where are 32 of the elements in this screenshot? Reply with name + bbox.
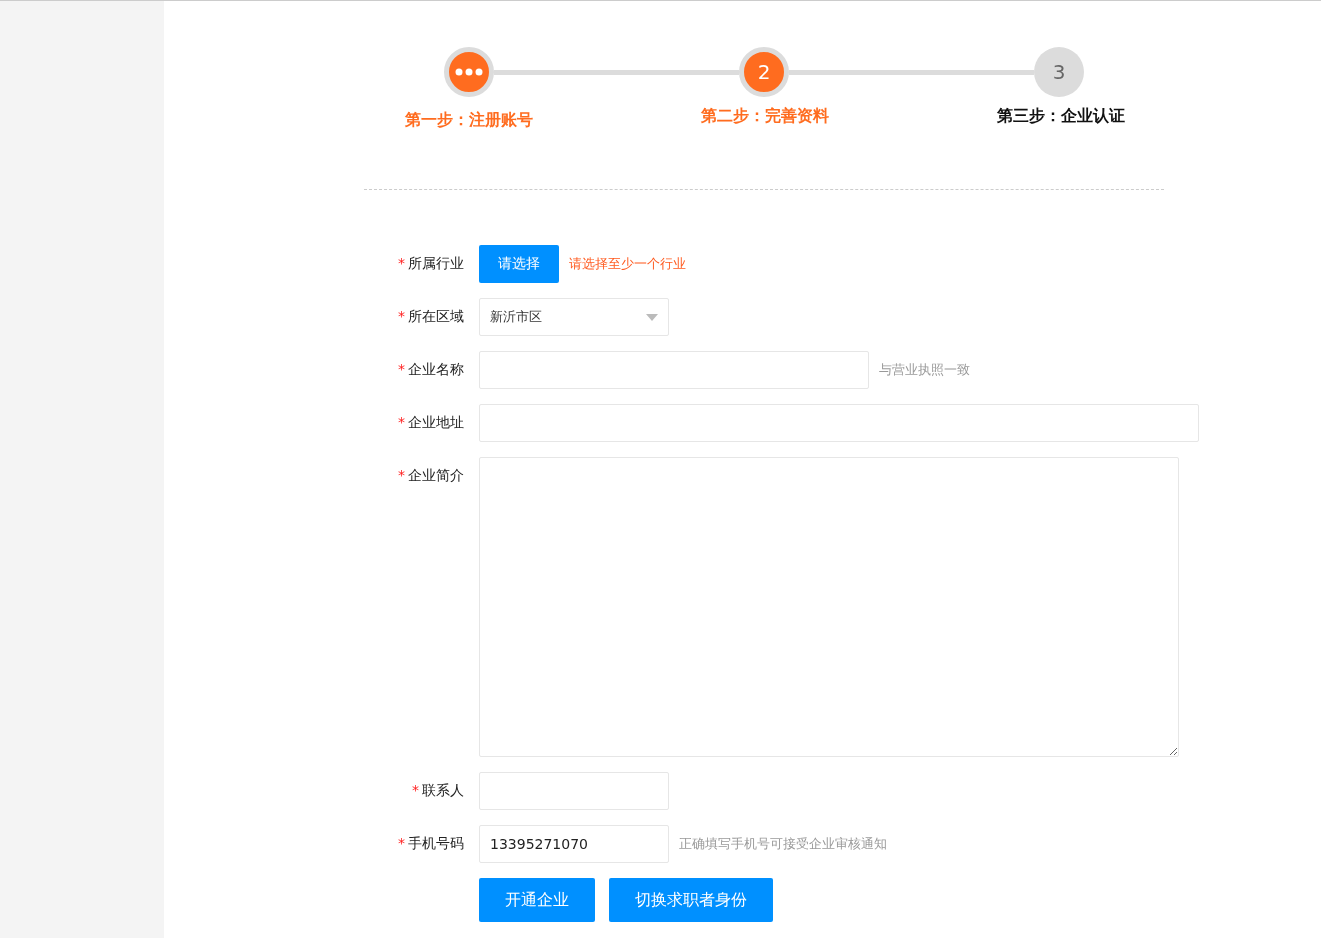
step-label: 第三步：企业认证: [997, 106, 1125, 127]
switch-role-button[interactable]: 切换求职者身份: [609, 878, 773, 922]
open-enterprise-button[interactable]: 开通企业: [479, 878, 595, 922]
region-dropdown[interactable]: 新沂市区: [479, 298, 669, 336]
step-label: 第一步：注册账号: [405, 110, 533, 131]
required-mark: *: [398, 835, 405, 853]
description-field[interactable]: [479, 457, 1179, 757]
required-mark: *: [398, 467, 405, 485]
field-label: 企业地址: [408, 414, 464, 432]
field-hint: 请选择至少一个行业: [569, 255, 686, 273]
step-label: 第二步：完善资料: [701, 106, 829, 127]
required-mark: *: [398, 308, 405, 326]
field-label: 所属行业: [408, 255, 464, 273]
required-mark: *: [398, 361, 405, 379]
dropdown-value: 新沂市区: [490, 308, 542, 326]
required-mark: *: [398, 414, 405, 432]
select-industry-button[interactable]: 请选择: [479, 245, 559, 283]
step-number: 2: [739, 47, 789, 97]
step-number: 3: [1034, 47, 1084, 97]
required-mark: *: [398, 255, 405, 273]
input-field[interactable]: 13395271070: [479, 825, 669, 863]
caret-icon: [646, 313, 658, 321]
field-label: 企业名称: [408, 361, 464, 379]
input-field[interactable]: [479, 772, 669, 810]
required-mark: *: [412, 782, 419, 800]
input-field[interactable]: [479, 351, 869, 389]
input-field[interactable]: [479, 404, 1199, 442]
field-label: 手机号码: [408, 835, 464, 853]
field-label: 所在区域: [408, 308, 464, 326]
field-label: 联系人: [422, 782, 464, 800]
field-hint: 正确填写手机号可接受企业审核通知: [679, 835, 887, 853]
field-label: 企业简介: [408, 467, 464, 485]
